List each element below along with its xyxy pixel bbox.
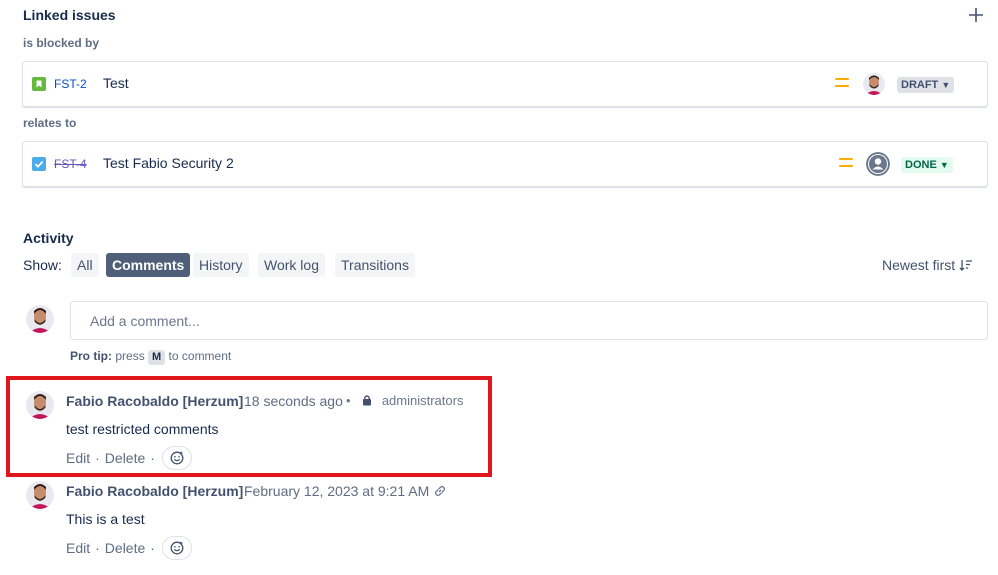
comment-author-name[interactable]: Fabio Racobaldo [Herzum] <box>66 393 243 409</box>
sort-descending-icon <box>959 260 973 271</box>
linked-issues-title: Linked issues <box>23 7 116 23</box>
story-icon <box>32 77 46 91</box>
issue-summary-link[interactable]: Test <box>103 75 129 91</box>
issue-key-link[interactable]: FST-4 <box>54 157 87 171</box>
pro-tip: Pro tip: press M to comment <box>70 349 231 365</box>
filter-transitions-button[interactable]: Transitions <box>335 253 415 277</box>
delete-comment-link[interactable]: Delete <box>105 540 145 556</box>
status-label: DONE <box>905 159 937 171</box>
priority-medium-icon <box>839 158 853 170</box>
permalink-icon[interactable] <box>433 484 447 498</box>
emoji-reaction-icon <box>170 451 184 465</box>
show-label: Show: <box>23 257 62 273</box>
separator-dot: · <box>150 540 155 556</box>
linked-issue-card[interactable]: FST-4 Test Fabio Security 2 DONE ▼ <box>22 141 988 187</box>
filter-comments-button[interactable]: Comments <box>106 253 191 277</box>
comment-actions: Edit · Delete · <box>66 446 192 470</box>
edit-comment-link[interactable]: Edit <box>66 450 90 466</box>
filter-all-button[interactable]: All <box>71 253 99 277</box>
comment-author-avatar[interactable] <box>26 391 54 419</box>
comment-body: This is a test <box>66 511 145 527</box>
comment-actions: Edit · Delete · <box>66 536 192 560</box>
current-user-avatar <box>26 305 54 333</box>
add-reaction-button[interactable] <box>161 536 192 560</box>
separator-dot: • <box>346 393 351 408</box>
keyboard-shortcut-key: M <box>148 350 166 365</box>
separator-dot: · <box>95 450 100 466</box>
restriction-group: administrators <box>381 393 464 408</box>
link-type-relates-to: relates to <box>23 116 77 130</box>
separator-dot: · <box>95 540 100 556</box>
unassigned-avatar[interactable] <box>866 152 890 176</box>
separator-dot: · <box>150 450 155 466</box>
emoji-reaction-icon <box>170 541 184 555</box>
add-comment-input[interactable] <box>70 301 988 340</box>
comment-author-avatar[interactable] <box>26 481 54 509</box>
issue-summary-link[interactable]: Test Fabio Security 2 <box>103 155 234 171</box>
pro-tip-press: press <box>115 349 145 363</box>
comment-timestamp[interactable]: February 12, 2023 at 9:21 AM <box>244 483 429 499</box>
edit-comment-link[interactable]: Edit <box>66 540 90 556</box>
comment-restriction: • administrators <box>346 393 463 408</box>
add-reaction-button[interactable] <box>161 446 192 470</box>
lock-icon <box>363 395 372 406</box>
sort-label: Newest first <box>882 257 956 273</box>
plus-icon <box>969 8 983 22</box>
chevron-down-icon: ▼ <box>939 160 949 170</box>
comment-author-name[interactable]: Fabio Racobaldo [Herzum] <box>66 483 243 499</box>
status-label: DRAFT <box>901 79 939 91</box>
issue-key-link[interactable]: FST-2 <box>54 77 87 91</box>
assignee-avatar[interactable] <box>863 73 885 95</box>
delete-comment-link[interactable]: Delete <box>105 450 145 466</box>
filter-worklog-button[interactable]: Work log <box>258 253 325 277</box>
comment-timestamp[interactable]: 18 seconds ago <box>244 393 343 409</box>
status-lozenge-draft[interactable]: DRAFT ▼ <box>897 77 955 93</box>
link-type-blocked-by: is blocked by <box>23 36 100 50</box>
pro-tip-rest: to comment <box>168 349 232 363</box>
activity-title: Activity <box>23 230 74 246</box>
linked-issue-card[interactable]: FST-2 Test DRAFT ▼ <box>22 61 988 107</box>
add-link-button[interactable] <box>966 5 986 25</box>
sort-order-button[interactable]: Newest first <box>882 257 973 273</box>
status-lozenge-done[interactable]: DONE ▼ <box>901 157 953 173</box>
priority-medium-icon <box>835 78 849 90</box>
filter-history-button[interactable]: History <box>193 253 249 277</box>
chevron-down-icon: ▼ <box>941 80 951 90</box>
pro-tip-label: Pro tip: <box>70 349 112 363</box>
task-icon <box>32 157 46 171</box>
comment-body: test restricted comments <box>66 421 219 437</box>
